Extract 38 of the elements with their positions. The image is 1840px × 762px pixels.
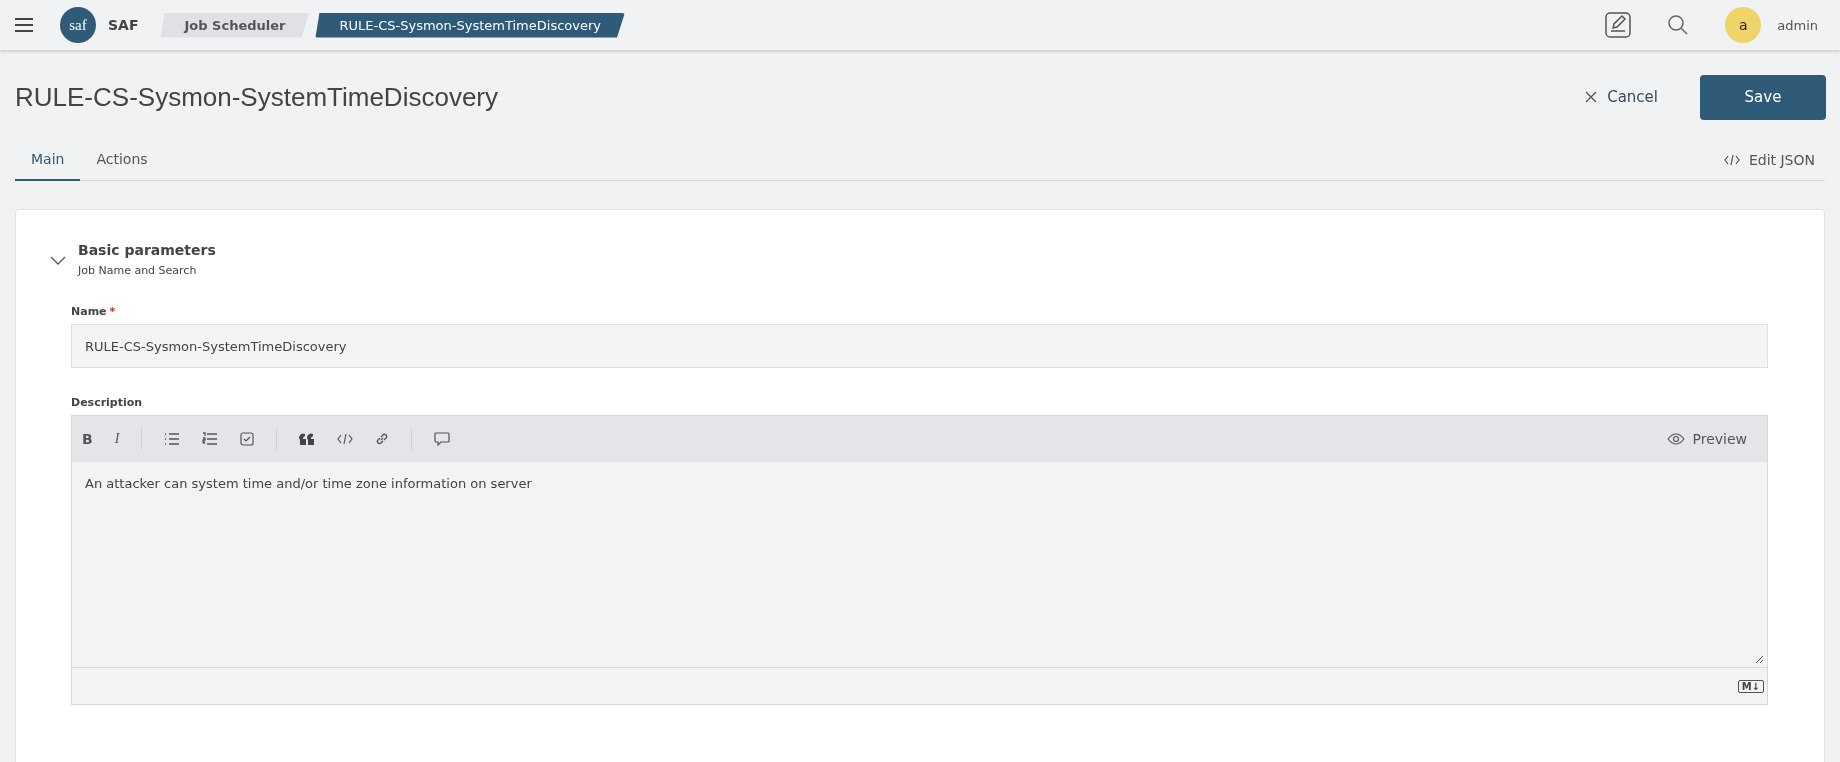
field-label: Name (71, 305, 107, 318)
user-name[interactable]: admin (1777, 17, 1818, 33)
breadcrumb[interactable]: RULE-CS-Sysmon-SystemTimeDiscovery (315, 12, 625, 38)
close-icon (1585, 91, 1598, 103)
preview-button[interactable]: Preview (1660, 430, 1753, 448)
tab[interactable]: Actions (80, 151, 164, 181)
name-input[interactable]: RULE-CS-Sysmon-SystemTimeDiscovery (71, 324, 1768, 368)
section-title: Basic parameters (78, 242, 216, 258)
logo: saf (60, 7, 96, 43)
eye-icon (1666, 433, 1685, 445)
numbered-list-icon[interactable] (202, 432, 219, 446)
tab[interactable]: Main (15, 151, 81, 181)
field-label: Description (71, 396, 143, 409)
comment-icon[interactable] (434, 432, 451, 446)
required-mark: * (109, 305, 116, 318)
bullet-list-icon[interactable] (164, 432, 181, 446)
code-icon (1723, 154, 1740, 166)
markdown-badge: M↓ (1737, 679, 1764, 693)
edit-json-link[interactable]: Edit JSON (1723, 152, 1815, 180)
search-icon[interactable] (1667, 14, 1690, 36)
resize-handle-icon[interactable] (1754, 654, 1764, 664)
checkbox-icon[interactable] (240, 432, 255, 446)
italic-button[interactable]: I (114, 431, 120, 447)
section-subtitle: Job Name and Search (78, 264, 198, 277)
chevron-icon[interactable] (50, 256, 66, 266)
user-avatar[interactable]: a (1725, 7, 1762, 43)
description-textarea[interactable]: An attacker can system time and/or time zone information on server (72, 462, 1767, 668)
save-button[interactable]: Save (1700, 74, 1826, 120)
menu-icon[interactable] (14, 17, 34, 33)
bold-button[interactable]: B (82, 431, 93, 447)
breadcrumb[interactable]: Job Scheduler (160, 12, 310, 38)
edit-icon[interactable] (1605, 12, 1632, 38)
page-title: RULE-CS-Sysmon-SystemTimeDiscovery (15, 81, 498, 113)
link-icon[interactable] (375, 432, 390, 446)
code-icon[interactable] (337, 433, 354, 445)
cancel-button[interactable]: Cancel (1579, 87, 1664, 107)
app-name: SAF (108, 17, 139, 33)
quote-icon[interactable] (299, 433, 316, 445)
